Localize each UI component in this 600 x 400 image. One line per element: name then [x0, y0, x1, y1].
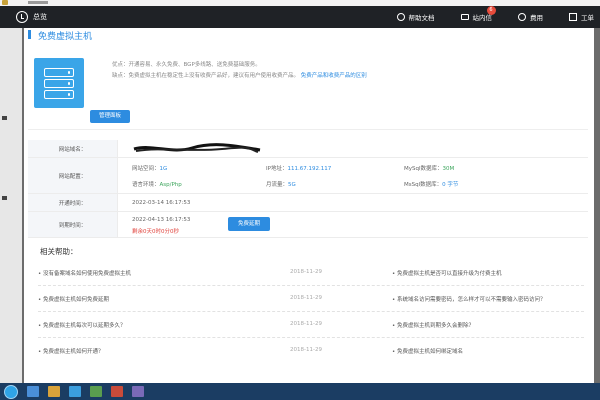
open-time-label: 开通时间： — [28, 194, 118, 211]
server-unit — [44, 79, 74, 88]
expire-time-label: 到期时间： — [28, 212, 118, 237]
left-edge — [0, 28, 22, 383]
header-nav: 帮助文档 站内信 6 费用 工单 — [371, 6, 600, 28]
desc-pros: 优点：开通容易、永久免费、BGP多线路、送免费基础服务。 — [112, 62, 261, 68]
nav-messages[interactable]: 站内信 6 — [460, 6, 496, 22]
nav-fees-label: 费用 — [530, 14, 543, 22]
os-taskbar — [0, 383, 600, 400]
redacted-domain-scribble — [133, 143, 261, 153]
nav-fees[interactable]: 费用 — [518, 12, 543, 22]
help-date: 2018-11-29 — [290, 321, 322, 327]
browser-tab-fragment — [28, 1, 48, 4]
start-button-icon[interactable] — [4, 384, 18, 399]
traffic-cell: 月流量：5G — [266, 180, 296, 188]
manage-panel-button[interactable]: 管理面板 — [90, 110, 130, 123]
help-date: 2018-11-29 — [290, 295, 322, 301]
page-title: 免费虚拟主机 — [38, 32, 93, 42]
help-link[interactable]: • 免费虚拟主机如何开通？ — [38, 347, 104, 355]
help-link[interactable]: • 免费虚拟主机是否可以直接升级为付费主机 — [392, 269, 502, 277]
page-title-row: 免费虚拟主机 — [24, 28, 594, 42]
space-value: 1G — [159, 166, 168, 172]
help-link[interactable]: • 免费虚拟主机如何免费延期 — [38, 295, 109, 303]
help-row: • 免费虚拟主机如何开通？ 2018-11-29 • 免费虚拟主机如何绑定域名 — [38, 338, 584, 364]
help-link[interactable]: • 免费虚拟主机每次可以延期多久？ — [38, 321, 126, 329]
clock-icon — [16, 11, 28, 23]
ip-cell: IP地址：111.67.192.117 — [266, 164, 331, 172]
taskbar-app-icon[interactable] — [27, 386, 39, 397]
nav-help-docs-label: 帮助文档 — [408, 14, 435, 22]
help-link[interactable]: • 没有备案域名如何使用免费虚拟主机 — [38, 269, 131, 277]
info-row-open-time: 开通时间： 2022-03-14 16:17:53 — [28, 194, 588, 212]
message-count-badge: 6 — [486, 6, 496, 15]
mysql-label: MySql数据库： — [404, 166, 443, 172]
server-icon — [34, 58, 84, 108]
traffic-value: 5G — [288, 182, 296, 188]
host-info-table: 网站域名： 网站配置： 网站空间：1G IP地址：111.67.192.117 … — [28, 140, 588, 238]
product-card: 优点：开通容易、永久免费、BGP多线路、送免费基础服务。 缺点：免费虚拟主机在稳… — [28, 50, 588, 130]
ip-label: IP地址： — [266, 166, 288, 172]
mssql-label: MsSql数据库： — [404, 182, 443, 188]
top-header: 总览 帮助文档 站内信 6 费用 工单 — [0, 6, 600, 28]
lang-value: Asp/Php — [159, 182, 182, 188]
overview-logo[interactable]: 总览 — [16, 11, 47, 23]
help-link[interactable]: • 免费虚拟主机如何绑定域名 — [392, 347, 463, 355]
help-link[interactable]: • 免费虚拟主机到期多久会删除？ — [392, 321, 474, 329]
space-cell: 网站空间：1G — [132, 164, 167, 172]
traffic-label: 月流量： — [266, 182, 289, 188]
help-circle-icon — [396, 13, 405, 21]
lang-label: 语言环境： — [132, 182, 160, 188]
header-title: 总览 — [33, 13, 47, 21]
mysql-cell: MySql数据库：30M — [404, 164, 454, 172]
ip-value: 111.67.192.117 — [287, 166, 332, 172]
title-accent-bar — [28, 30, 31, 39]
folder-icon[interactable] — [48, 386, 60, 397]
help-row: • 没有备案域名如何使用免费虚拟主机 2018-11-29 • 免费虚拟主机是否… — [38, 260, 584, 286]
browser-favicon-icon — [2, 0, 8, 5]
expire-remaining-note: 剩余0天0时0分0秒 — [132, 229, 179, 235]
nav-help-docs[interactable]: 帮助文档 — [396, 12, 435, 22]
free-renew-button[interactable]: 免费延期 — [228, 217, 270, 231]
taskbar-app-icon[interactable] — [111, 386, 123, 397]
domain-label: 网站域名： — [28, 140, 118, 157]
open-time-value: 2022-03-14 16:17:53 — [132, 200, 191, 206]
ticket-icon — [569, 13, 577, 21]
server-unit — [44, 68, 74, 77]
mail-icon — [460, 14, 469, 20]
taskbar-app-icon[interactable] — [90, 386, 102, 397]
server-unit — [44, 90, 74, 99]
browser-icon[interactable] — [69, 386, 81, 397]
info-row-domain: 网站域名： — [28, 140, 588, 158]
desc-cons-line: 缺点：免费虚拟主机在稳定性上没有收费产品好，建议有用户使用收费产品。 免费产品和… — [112, 71, 367, 82]
help-section-title: 相关帮助： — [40, 247, 78, 256]
left-edge-mark — [2, 196, 7, 200]
help-list: • 没有备案域名如何使用免费虚拟主机 2018-11-29 • 免费虚拟主机是否… — [38, 260, 584, 364]
main-content: 免费虚拟主机 优点：开通容易、永久免费、BGP多线路、送免费基础服务。 缺点：免… — [24, 28, 594, 383]
mssql-cell: MsSql数据库：0 字节 — [404, 180, 458, 188]
nav-tickets[interactable]: 工单 — [569, 12, 594, 22]
space-label: 网站空间： — [132, 166, 160, 172]
lang-cell: 语言环境：Asp/Php — [132, 180, 182, 188]
nav-tickets-label: 工单 — [581, 14, 594, 22]
compare-products-link[interactable]: 免费产品和收费产品的区别 — [301, 73, 367, 79]
mssql-value: 0 字节 — [442, 182, 459, 188]
desc-cons: 缺点：免费虚拟主机在稳定性上没有收费产品好，建议有用户使用收费产品。 — [112, 73, 300, 79]
taskbar-app-icon[interactable] — [132, 386, 144, 397]
left-edge-mark — [2, 116, 7, 120]
config-label: 网站配置： — [28, 158, 118, 193]
help-date: 2018-11-29 — [290, 347, 322, 353]
info-row-expire-time: 到期时间： 2022-04-13 16:17:53 剩余0天0时0分0秒 免费延… — [28, 212, 588, 238]
help-link[interactable]: • 系统域名访问需要密码，怎么样才可以不需要输入密码访问？ — [392, 295, 546, 303]
help-date: 2018-11-29 — [290, 269, 322, 275]
coin-icon — [518, 13, 526, 21]
mysql-value: 30M — [442, 166, 455, 172]
expire-time-value: 2022-04-13 16:17:53 — [132, 217, 191, 223]
help-row: • 免费虚拟主机如何免费延期 2018-11-29 • 系统域名访问需要密码，怎… — [38, 286, 584, 312]
product-description: 优点：开通容易、永久免费、BGP多线路、送免费基础服务。 缺点：免费虚拟主机在稳… — [112, 60, 367, 82]
info-row-config: 网站配置： 网站空间：1G IP地址：111.67.192.117 MySql数… — [28, 158, 588, 194]
help-row: • 免费虚拟主机每次可以延期多久？ 2018-11-29 • 免费虚拟主机到期多… — [38, 312, 584, 338]
